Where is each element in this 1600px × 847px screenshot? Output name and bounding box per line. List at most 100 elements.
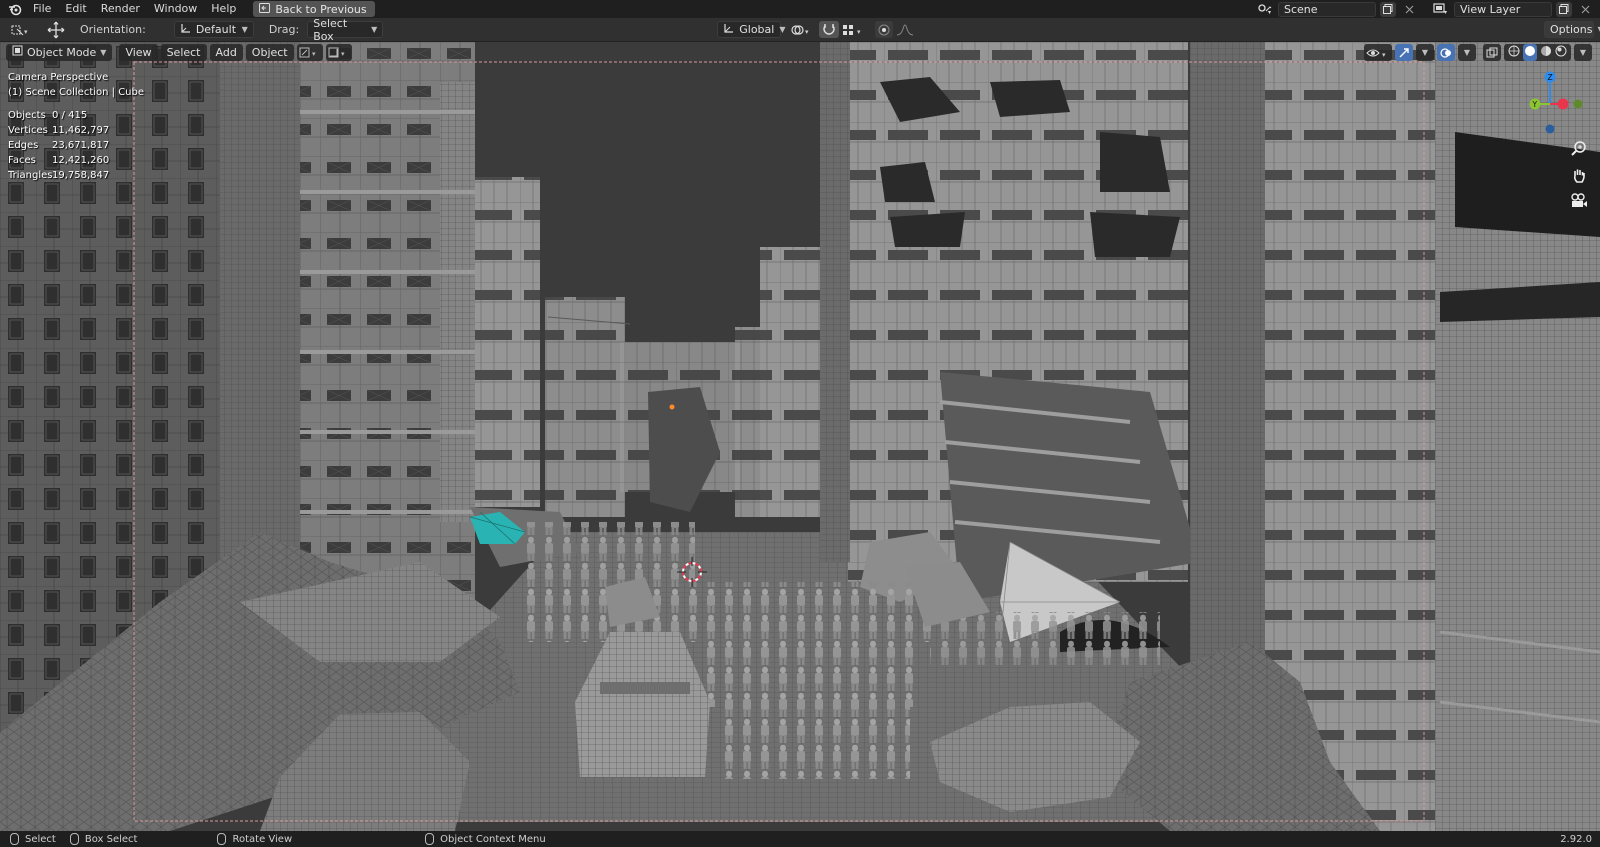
status-rotate-view: Rotate View	[217, 833, 292, 845]
top-menu-bar: File Edit Render Window Help Back to Pre…	[0, 0, 1600, 18]
orientation-axis-icon	[180, 23, 191, 37]
scene-render[interactable]	[0, 42, 1600, 831]
view-layer-field[interactable]: View Layer	[1454, 1, 1552, 17]
axis-neg-z-handle	[1545, 124, 1555, 134]
options-dropdown[interactable]: Options ▼	[1544, 21, 1600, 38]
object-mode-icon	[12, 45, 23, 59]
camera-view-icon[interactable]	[1566, 190, 1592, 212]
back-icon	[259, 2, 271, 16]
close-view-layer-icon[interactable]	[1576, 1, 1594, 17]
menu-object[interactable]: Object	[245, 43, 294, 61]
zoom-icon[interactable]	[1566, 138, 1592, 160]
svg-text:▾: ▾	[24, 28, 28, 36]
status-select-label: Select	[25, 833, 56, 845]
menu-select[interactable]: Select	[160, 43, 207, 61]
svg-text:▾: ▾	[1382, 51, 1386, 59]
status-context-menu-label: Object Context Menu	[440, 833, 546, 845]
menu-window[interactable]: Window	[147, 0, 204, 18]
navigation-gizmo[interactable]: Z Y	[1516, 66, 1588, 138]
drag-dropdown[interactable]: Select Box ▼	[307, 17, 384, 43]
stat-label: Objects	[8, 110, 46, 121]
active-tool-icon[interactable]: ▾	[8, 21, 34, 38]
stat-row: Faces 12,421,260	[8, 153, 109, 168]
rendered-shading-icon[interactable]	[1555, 45, 1567, 60]
chevron-down-icon: ▼	[371, 25, 378, 34]
pan-hand-icon[interactable]	[1566, 164, 1592, 186]
status-box-select-label: Box Select	[84, 833, 138, 845]
status-select: Select	[10, 833, 56, 845]
stat-label: Vertices	[8, 125, 48, 136]
gizmo-dropdown-icon[interactable]: ▼	[1416, 44, 1434, 61]
3d-viewport[interactable]: Object Mode ▼ View Select Add Object ▾ ▾…	[0, 42, 1600, 831]
menu-help[interactable]: Help	[204, 0, 243, 18]
back-to-previous-button[interactable]: Back to Previous	[253, 1, 375, 17]
svg-text:▾: ▾	[1268, 9, 1271, 15]
status-rotate-view-label: Rotate View	[232, 833, 293, 845]
view-layer-icon[interactable]: ▾	[1432, 1, 1450, 17]
menu-add[interactable]: Add	[209, 43, 243, 61]
status-box-select: Box Select	[69, 833, 138, 845]
global-orientation-icon[interactable]: ▾	[296, 43, 323, 61]
xray-toggle-icon[interactable]	[1483, 44, 1501, 61]
viewport-shading-controls: ▾ ▼ ▼ ▼	[1364, 44, 1592, 61]
snap-target-icon[interactable]: ▾	[839, 21, 869, 38]
axis-neg-y-handle	[1573, 99, 1583, 109]
stat-label: Triangles	[8, 170, 53, 181]
scene-value: Scene	[1284, 2, 1318, 16]
gizmo-toggle-icon[interactable]	[1395, 44, 1413, 61]
falloff-icon[interactable]	[893, 21, 917, 38]
transform-orientation-value: Global	[739, 23, 775, 36]
status-bar: Select Box Select Rotate View Object Con…	[0, 831, 1600, 847]
svg-text:Y: Y	[1532, 100, 1538, 109]
drag-label: Drag:	[268, 23, 300, 36]
global-axis-icon	[723, 23, 734, 37]
navigation-tools	[1566, 138, 1592, 212]
shading-dropdown-icon[interactable]: ▼	[1574, 44, 1592, 61]
transform-move-icon[interactable]	[42, 21, 70, 38]
viewport-info: Camera Perspective (1) Scene Collection …	[8, 70, 144, 100]
scene-field[interactable]: Scene	[1278, 1, 1376, 17]
snap-toggle-icon[interactable]	[819, 21, 840, 38]
svg-text:Z: Z	[1548, 73, 1553, 82]
overlays-dropdown-icon[interactable]: ▼	[1458, 44, 1476, 61]
material-shading-icon[interactable]	[1540, 45, 1552, 60]
menu-edit[interactable]: Edit	[58, 0, 93, 18]
transform-orientation-dropdown[interactable]: Global ▼	[717, 21, 785, 38]
svg-text:▾: ▾	[857, 28, 861, 36]
svg-text:▾: ▾	[1444, 9, 1447, 15]
options-label: Options	[1550, 23, 1593, 36]
stat-value: 19,758,847	[52, 170, 110, 181]
menu-view[interactable]: View	[119, 43, 158, 61]
visibility-icon[interactable]: ▾	[1364, 44, 1392, 61]
active-collection: (1) Scene Collection | Cube	[8, 87, 145, 98]
menu-file[interactable]: File	[26, 0, 58, 18]
svg-text:▾: ▾	[312, 50, 316, 58]
tool-settings-header: ▾ Orientation: Default ▼ Drag: Select Bo…	[0, 17, 1600, 43]
solid-shading-icon[interactable]	[1523, 44, 1537, 61]
shading-modes	[1504, 44, 1571, 61]
close-scene-icon[interactable]	[1400, 1, 1418, 17]
orientation-value: Default	[195, 23, 237, 36]
chevron-down-icon: ▼	[241, 25, 248, 34]
proportional-edit-icon[interactable]	[875, 21, 894, 38]
new-view-layer-icon[interactable]	[1556, 1, 1572, 17]
stat-label: Edges	[8, 140, 39, 151]
drag-value: Select Box	[313, 16, 348, 43]
blender-logo-icon[interactable]	[4, 0, 26, 18]
pivot-point-icon[interactable]: ▾	[787, 21, 817, 38]
wireframe-shading-icon[interactable]	[1508, 45, 1520, 60]
chevron-down-icon: ▼	[100, 47, 107, 57]
stat-row: Objects 0 / 415	[8, 108, 109, 123]
stat-row: Triangles 19,758,847	[8, 168, 109, 183]
orientation-dropdown[interactable]: Default ▼	[173, 21, 254, 38]
stat-value: 0 / 415	[52, 110, 88, 121]
orientation-label: Orientation:	[80, 23, 146, 36]
view-layer-value: View Layer	[1460, 2, 1521, 16]
new-scene-icon[interactable]	[1380, 1, 1396, 17]
overlays-toggle-icon[interactable]	[1437, 44, 1455, 61]
local-orientation-icon[interactable]: ▾	[325, 43, 352, 61]
axis-x-handle	[1557, 98, 1569, 110]
object-mode-dropdown[interactable]: Object Mode ▼	[6, 43, 113, 61]
scene-icon[interactable]: ▾	[1256, 1, 1274, 17]
menu-render[interactable]: Render	[94, 0, 147, 18]
